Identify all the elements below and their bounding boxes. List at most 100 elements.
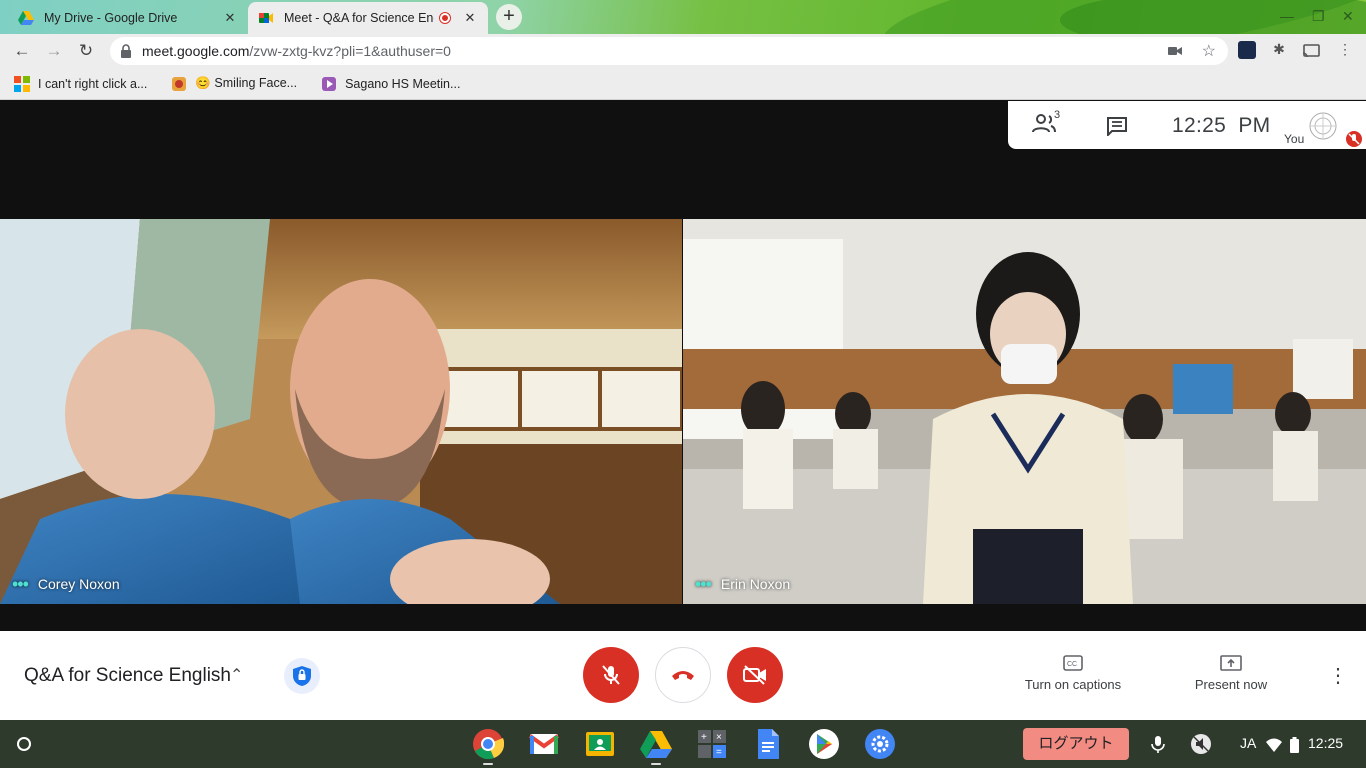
svg-text:=: = bbox=[716, 747, 722, 758]
bookmarks-bar: I can't right click a... 😊 Smiling Face.… bbox=[0, 68, 1366, 100]
meet-controls-bar: Q&A for Science English ⌃ CC Turn on cap… bbox=[0, 631, 1366, 720]
participant-name: Erin Noxon bbox=[720, 576, 791, 592]
lock-icon bbox=[121, 44, 131, 58]
new-tab-button[interactable]: + bbox=[496, 4, 522, 30]
recording-indicator-icon bbox=[440, 13, 450, 23]
input-method-label: JA bbox=[1240, 735, 1257, 751]
close-window-icon[interactable]: ✕ bbox=[1342, 8, 1354, 25]
chat-icon[interactable] bbox=[1106, 116, 1128, 136]
tab-google-drive[interactable]: My Drive - Google Drive ✕ bbox=[8, 2, 248, 34]
present-now-button[interactable]: Present now bbox=[1161, 655, 1301, 692]
launcher-button[interactable] bbox=[8, 728, 40, 760]
wifi-icon bbox=[1266, 738, 1282, 752]
bookmark-label: 😊 Smiling Face... bbox=[195, 76, 298, 90]
url-path: /zvw-zxtg-kvz?pli=1&authuser=0 bbox=[249, 43, 451, 59]
microphone-toggle-button[interactable] bbox=[583, 647, 639, 703]
system-clock: 12:25 bbox=[1308, 735, 1344, 751]
svg-text:+: + bbox=[701, 732, 707, 743]
shield-lock-icon bbox=[293, 666, 311, 686]
browser-toolbar: ← → ↻ meet.google.com/zvw-zxtg-kvz?pli=1… bbox=[0, 34, 1366, 68]
back-icon[interactable]: ← bbox=[12, 41, 32, 61]
self-view-thumbnail[interactable]: You bbox=[1280, 101, 1366, 149]
calculator-icon[interactable]: + × = bbox=[696, 728, 728, 760]
reload-icon[interactable]: ↻ bbox=[76, 41, 96, 61]
captions-button[interactable]: CC Turn on captions bbox=[1003, 655, 1143, 692]
more-options-icon[interactable]: ••• bbox=[12, 575, 29, 593]
close-icon[interactable]: ✕ bbox=[462, 10, 478, 26]
emoji-site-icon bbox=[172, 76, 187, 91]
puzzle-icon[interactable]: ✱ bbox=[1270, 41, 1288, 59]
battery-icon bbox=[1290, 737, 1299, 753]
closed-captions-icon: CC bbox=[1063, 655, 1083, 671]
audio-device-icon bbox=[1191, 734, 1211, 754]
hang-up-icon bbox=[672, 671, 694, 680]
minimize-icon[interactable]: — bbox=[1280, 8, 1294, 24]
captions-label: Turn on captions bbox=[1024, 677, 1122, 692]
avatar bbox=[1309, 112, 1337, 140]
participants-button[interactable]: 3 bbox=[1032, 109, 1062, 137]
play-store-icon[interactable] bbox=[808, 728, 840, 760]
participant-video bbox=[683, 219, 1366, 604]
address-bar[interactable]: meet.google.com/zvw-zxtg-kvz?pli=1&authu… bbox=[110, 37, 1228, 65]
video-tile-erin[interactable]: ••• Erin Noxon bbox=[683, 219, 1366, 604]
mic-off-icon bbox=[602, 665, 620, 685]
host-controls-button[interactable] bbox=[284, 658, 320, 694]
meet-top-bar: 3 12:25 PM You bbox=[1008, 101, 1366, 149]
microphone-icon[interactable] bbox=[1150, 735, 1166, 753]
meeting-clock: 12:25 PM bbox=[1172, 114, 1271, 137]
bookmark-label: Sagano HS Meetin... bbox=[345, 76, 461, 91]
chrome-icon[interactable] bbox=[472, 728, 504, 760]
participants-count: 3 bbox=[1054, 109, 1061, 121]
google-meet-icon bbox=[259, 13, 273, 23]
participant-name: Corey Noxon bbox=[37, 576, 120, 592]
bookmark-item[interactable]: Sagano HS Meetin... bbox=[321, 76, 460, 92]
meet-stage: 3 12:25 PM You ••• Corey Noxon ••• Erin … bbox=[0, 101, 1366, 631]
tab-meet[interactable]: Meet - Q&A for Science English ✕ bbox=[248, 2, 488, 34]
browser-menu-icon[interactable]: ⋮ bbox=[1336, 41, 1354, 59]
classroom-icon[interactable] bbox=[584, 728, 616, 760]
self-label: You bbox=[1284, 132, 1305, 146]
camera-toggle-button[interactable] bbox=[727, 647, 783, 703]
chevron-up-icon[interactable]: ⌃ bbox=[230, 665, 243, 685]
video-tile-corey[interactable]: ••• Corey Noxon bbox=[0, 219, 682, 604]
participant-name-tag: ••• Corey Noxon bbox=[12, 575, 120, 593]
running-indicator bbox=[651, 763, 661, 765]
svg-text:×: × bbox=[716, 732, 722, 743]
bookmark-item[interactable]: I can't right click a... bbox=[14, 75, 148, 92]
google-drive-icon bbox=[18, 11, 34, 25]
bookmark-item[interactable]: 😊 Smiling Face... bbox=[171, 76, 297, 92]
logout-button[interactable]: ログアウト bbox=[1023, 728, 1129, 760]
cast-icon[interactable] bbox=[1302, 42, 1320, 60]
maximize-icon[interactable]: ❐ bbox=[1312, 8, 1325, 25]
google-drive-icon[interactable] bbox=[640, 728, 672, 760]
bookmark-label: I can't right click a... bbox=[38, 76, 148, 91]
url-host: meet.google.com bbox=[142, 43, 250, 59]
os-shelf: + × = ログアウト JA 12:25 bbox=[0, 720, 1366, 768]
leave-call-button[interactable] bbox=[655, 647, 711, 703]
svg-text:CC: CC bbox=[1067, 661, 1077, 668]
video-site-icon bbox=[322, 76, 337, 91]
video-off-icon bbox=[743, 665, 766, 685]
meeting-title[interactable]: Q&A for Science English bbox=[24, 665, 231, 687]
launcher-circle-icon bbox=[17, 737, 31, 751]
tab-title: Meet - Q&A for Science English bbox=[284, 11, 434, 25]
participant-name-tag: ••• Erin Noxon bbox=[695, 575, 791, 593]
more-options-icon[interactable]: ••• bbox=[695, 575, 712, 593]
tab-strip: My Drive - Google Drive ✕ Meet - Q&A for… bbox=[0, 0, 1366, 34]
forward-icon[interactable]: → bbox=[44, 41, 64, 61]
present-screen-icon bbox=[1220, 655, 1242, 671]
more-options-icon[interactable]: ⋮ bbox=[1328, 663, 1348, 688]
gmail-icon[interactable] bbox=[528, 728, 560, 760]
settings-icon[interactable] bbox=[864, 728, 896, 760]
close-icon[interactable]: ✕ bbox=[222, 10, 238, 26]
status-tray[interactable]: JA 12:25 bbox=[1186, 728, 1358, 760]
extension-icon[interactable] bbox=[1238, 41, 1256, 59]
mic-muted-icon bbox=[1346, 131, 1362, 147]
camera-in-use-icon[interactable] bbox=[1168, 46, 1182, 56]
people-icon bbox=[1032, 114, 1056, 133]
tab-title: My Drive - Google Drive bbox=[44, 11, 178, 25]
bookmark-star-icon[interactable]: ☆ bbox=[1202, 41, 1216, 61]
present-label: Present now bbox=[1194, 677, 1268, 692]
google-docs-icon[interactable] bbox=[752, 728, 784, 760]
running-indicator bbox=[483, 763, 493, 765]
